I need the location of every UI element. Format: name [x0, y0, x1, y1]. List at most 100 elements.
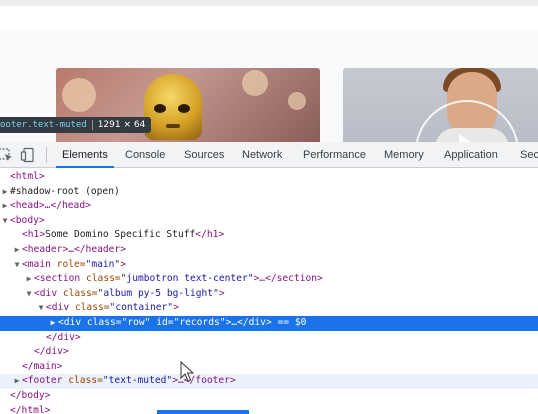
tag-token: </body: [10, 390, 45, 401]
tag-token: <footer: [22, 375, 63, 387]
dom-node-line[interactable]: </div>: [0, 345, 538, 360]
dom-tree[interactable]: <html> ▶ #shadow-root (open) ▶ <head>…</head…: [0, 169, 538, 414]
dom-node-text: <main role="main">: [22, 259, 126, 270]
collapse-triangle-icon[interactable]: ▼: [36, 301, 46, 316]
album-card-person[interactable]: [343, 68, 538, 142]
bokeh-light: [288, 92, 306, 110]
tooltip-selector: ooter.text-muted: [0, 120, 87, 130]
dom-node-line[interactable]: </main>: [0, 360, 538, 375]
dom-node-line[interactable]: ▼ <main role="main">: [0, 258, 538, 273]
tab-elements[interactable]: Elements: [56, 142, 114, 168]
attr-value-token: "container": [109, 302, 174, 314]
dom-node-line[interactable]: ▶ <footer class="text-muted">…</footer>: [0, 374, 538, 389]
tag-token: <section: [34, 273, 81, 285]
expand-triangle-icon[interactable]: ▶: [0, 185, 10, 200]
tag-token: >: [74, 331, 81, 343]
page-header-band: [0, 6, 538, 30]
collapse-triangle-icon[interactable]: ▼: [12, 258, 22, 273]
tag-token: >: [44, 390, 51, 401]
attr-value-token: "jumbotron text-center": [120, 273, 254, 285]
expand-triangle-icon[interactable]: ▶: [48, 316, 58, 331]
robot-image: [144, 74, 202, 140]
tab-console[interactable]: Console: [125, 142, 165, 168]
dom-node-line[interactable]: ▶ <head>…</head>: [0, 199, 538, 214]
attr-name-token: role=: [50, 258, 86, 270]
dom-node-line[interactable]: </div>: [0, 331, 538, 346]
tag-token: >: [62, 346, 69, 358]
attr-value-token: "records": [173, 317, 226, 328]
dom-node-text: </body>: [10, 390, 50, 401]
tag-token: >…</header>: [62, 244, 126, 255]
tab-memory[interactable]: Memory: [384, 142, 424, 168]
dom-node-line[interactable]: ▼ <div class="container">: [0, 301, 538, 316]
bokeh-light: [242, 70, 268, 96]
dom-node-text: <section class="jumbotron text-center">……: [34, 273, 323, 284]
attr-name-token: class=: [80, 273, 121, 285]
tag-token: >: [173, 302, 179, 314]
tag-token: <main: [22, 258, 51, 270]
tab-sources[interactable]: Sources: [184, 142, 224, 168]
tag-token: >…</div>: [225, 317, 272, 328]
text-token: #shadow-root (open): [10, 185, 120, 197]
dom-node-line[interactable]: </html>: [0, 404, 538, 414]
dom-node-line[interactable]: ▶ <div class="row" id="records">…</div> =…: [0, 316, 538, 331]
attr-name-token: class=: [62, 375, 103, 387]
attr-name-token: class=: [81, 317, 122, 328]
tag-token: <head: [10, 200, 39, 212]
tab-application[interactable]: Application: [444, 142, 498, 168]
tag-token: </main: [22, 360, 57, 372]
expand-triangle-icon[interactable]: ▶: [12, 374, 22, 389]
dom-node-text: <header>…</header>: [22, 244, 126, 255]
collapse-triangle-icon[interactable]: ▼: [24, 287, 34, 302]
device-toolbar-icon[interactable]: [20, 147, 36, 163]
tag-token: <div: [34, 287, 58, 299]
text-token: Some Domino Specific Stuff: [45, 229, 196, 241]
attr-value-token: "main": [85, 258, 121, 270]
dom-node-text: <div class="row" id="records">…</div> ==…: [58, 317, 306, 328]
tag-token: </div: [34, 346, 63, 358]
dom-node-line[interactable]: ▼ <body>: [0, 214, 538, 229]
robot-mouth: [166, 124, 180, 128]
dom-node-text: <h1>Some Domino Specific Stuff</h1>: [22, 229, 224, 240]
collapse-triangle-icon[interactable]: ▼: [0, 214, 10, 229]
tag-token: >: [56, 360, 63, 372]
tag-token: >: [218, 229, 225, 241]
tag-token: >: [38, 171, 45, 182]
dom-node-text: <html>: [10, 171, 45, 182]
dom-node-text: </main>: [22, 361, 62, 372]
devtools-panel: Elements Console Sources Network Perform…: [0, 142, 538, 414]
dom-node-line[interactable]: ▶ #shadow-root (open): [0, 185, 538, 200]
attr-value-token: "row": [121, 317, 151, 328]
expand-triangle-icon[interactable]: ▶: [24, 272, 34, 287]
dom-node-text: </html>: [10, 405, 50, 414]
inspect-element-icon[interactable]: [0, 147, 14, 163]
dom-node-line[interactable]: ▼ <div class="album py-5 bg-light">: [0, 287, 538, 302]
expand-triangle-icon[interactable]: ▶: [0, 199, 10, 214]
dom-node-line[interactable]: <html>: [0, 170, 538, 185]
text-token: == $0: [271, 317, 307, 328]
tab-network[interactable]: Network: [242, 142, 282, 168]
attr-value-token: "album py-5 bg-light": [97, 287, 219, 299]
play-icon[interactable]: [459, 134, 473, 142]
dom-node-line[interactable]: ▶ <header>…</header>: [0, 243, 538, 258]
tag-token: <header: [22, 244, 63, 255]
drawer-resize-handle[interactable]: [157, 410, 249, 414]
expand-triangle-icon[interactable]: ▶: [12, 243, 22, 258]
toolbar-divider: [46, 147, 47, 163]
dom-node-line[interactable]: <h1>Some Domino Specific Stuff</h1>: [0, 228, 538, 243]
robot-eye: [154, 104, 166, 113]
dom-node-line[interactable]: </body>: [0, 389, 538, 404]
tooltip-divider: [91, 119, 93, 130]
tab-security[interactable]: Sec: [520, 142, 538, 168]
tag-token: >: [218, 287, 225, 299]
dom-node-line[interactable]: ▶ <section class="jumbotron text-center">…: [0, 272, 538, 287]
tag-token: </div: [46, 331, 75, 343]
dom-node-text: <div class="album py-5 bg-light">: [34, 288, 225, 299]
tab-performance[interactable]: Performance: [303, 142, 366, 168]
dom-node-text: <div class="container">: [46, 302, 179, 313]
tag-token: <div: [46, 302, 70, 314]
